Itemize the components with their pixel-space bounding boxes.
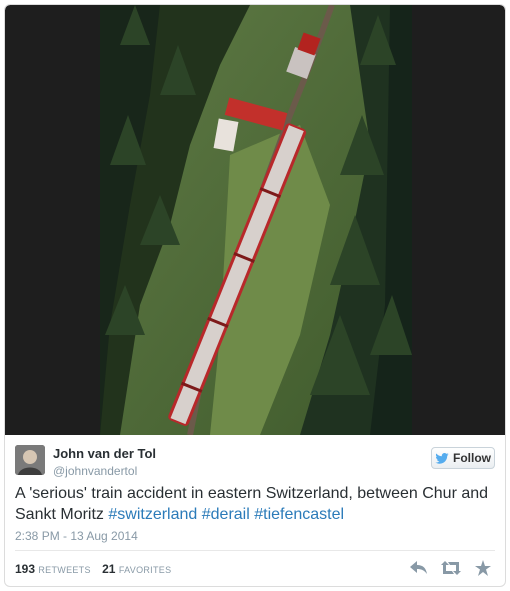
author-handle[interactable]: @johnvandertol (53, 464, 137, 478)
follow-button-label: Follow (453, 451, 491, 465)
hashtag-link[interactable]: #switzerland (108, 506, 197, 523)
tweet-text: A 'serious' train accident in eastern Sw… (15, 483, 495, 525)
follow-button[interactable]: Follow (431, 447, 495, 469)
tweet-header: John van der Tol @johnvandertol Follow (15, 445, 495, 481)
twitter-bird-icon (435, 452, 449, 464)
favorite-icon[interactable] (473, 558, 493, 578)
reply-icon[interactable] (409, 558, 429, 578)
avatar[interactable] (15, 445, 45, 475)
author-name[interactable]: John van der Tol (53, 446, 156, 461)
favorites-count[interactable]: 21 (102, 562, 115, 576)
hashtag-link[interactable]: #tiefencastel (254, 506, 344, 523)
favorites-label[interactable]: FAVORITES (119, 565, 172, 575)
retweets-label[interactable]: RETWEETS (38, 565, 90, 575)
train-accident-photo[interactable] (100, 5, 412, 435)
tweet-timestamp[interactable]: 2:38 PM - 13 Aug 2014 (15, 529, 138, 543)
tweet-actions (409, 558, 493, 578)
retweets-count[interactable]: 193 (15, 562, 35, 576)
divider (15, 550, 495, 551)
tweet-body: A 'serious' train accident in eastern Sw… (15, 485, 489, 523)
retweet-icon[interactable] (441, 558, 461, 578)
hashtag-link[interactable]: #derail (202, 506, 250, 523)
tweet-media[interactable] (5, 5, 505, 435)
tweet-card: John van der Tol @johnvandertol Follow A… (4, 4, 506, 587)
tweet-stats: 193 RETWEETS 21 FAVORITES (15, 562, 179, 576)
